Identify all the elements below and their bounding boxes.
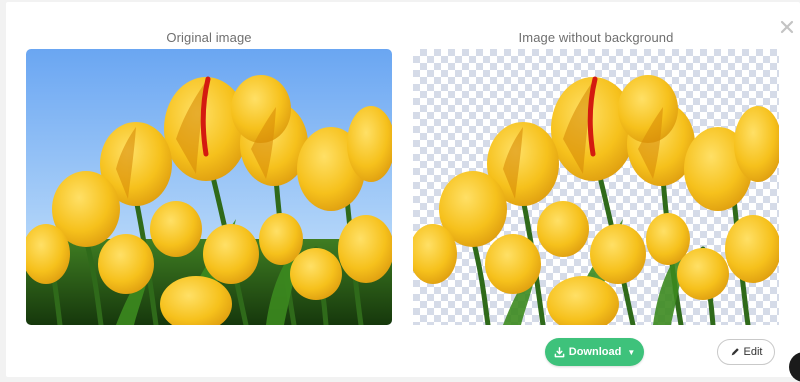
bottom-hint-text <box>494 373 704 377</box>
download-button[interactable]: Download ▼ <box>545 338 644 366</box>
download-icon <box>554 346 565 357</box>
edit-label: Edit <box>743 346 763 358</box>
original-image-title: Original image <box>166 30 252 45</box>
result-image <box>413 49 779 325</box>
pencil-icon <box>731 348 739 356</box>
remove-background-modal: Original image Image without background <box>6 2 800 377</box>
caret-down-icon[interactable]: ▼ <box>627 348 635 357</box>
download-label: Download <box>568 346 622 358</box>
edit-button[interactable]: Edit <box>717 339 775 365</box>
result-image-title: Image without background <box>518 30 674 45</box>
original-image <box>26 49 392 325</box>
